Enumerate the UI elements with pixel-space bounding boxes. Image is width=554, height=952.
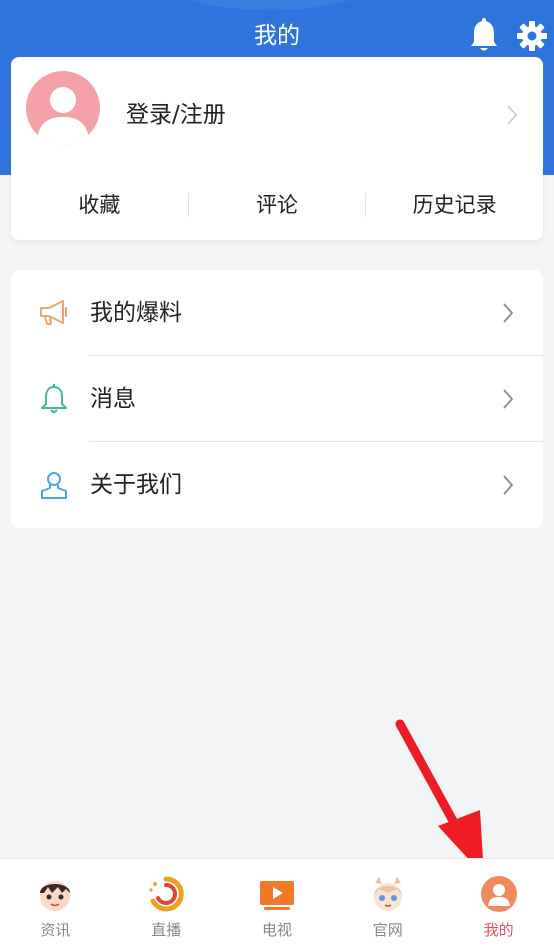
login-register-link[interactable]: 登录/注册	[126, 99, 226, 131]
history-tab[interactable]: 历史记录	[366, 185, 543, 225]
avatar[interactable]	[26, 71, 100, 145]
person-icon	[480, 876, 517, 912]
cartoon-girl-icon	[373, 877, 402, 911]
default-avatar-icon	[37, 87, 89, 145]
menu-card: 我的爆料 消息 关于我们	[11, 270, 543, 528]
tab-news[interactable]: 资讯	[0, 859, 111, 952]
profile-card: 登录/注册 收藏 评论 历史记录	[11, 57, 543, 240]
tab-label: 我的	[483, 921, 514, 939]
chevron-right-icon	[503, 475, 514, 495]
menu-item-messages[interactable]: 消息	[11, 356, 543, 442]
tv-play-icon	[259, 881, 294, 910]
comments-tab[interactable]: 评论	[189, 185, 366, 225]
annotation-arrow-icon	[395, 719, 484, 876]
cartoon-boy-icon	[40, 881, 71, 911]
bell-icon	[41, 384, 67, 413]
tab-label: 官网	[372, 921, 403, 939]
menu-item-my-tips[interactable]: 我的爆料	[11, 270, 543, 356]
menu-item-label: 消息	[90, 386, 136, 412]
profile-stats-row: 收藏 评论 历史记录	[11, 185, 543, 225]
tab-tv[interactable]: 电视	[222, 859, 333, 952]
menu-item-about-us[interactable]: 关于我们	[11, 442, 543, 528]
gear-icon[interactable]	[516, 20, 548, 52]
bottom-tab-bar: 资讯 直播 电视 官网 我的	[0, 858, 554, 952]
favorites-tab[interactable]: 收藏	[11, 185, 188, 225]
megaphone-icon	[40, 300, 67, 325]
tab-mine[interactable]: 我的	[443, 859, 554, 952]
menu-item-label: 关于我们	[90, 472, 182, 498]
tab-label: 资讯	[40, 921, 71, 939]
chevron-right-icon	[503, 303, 514, 323]
chevron-right-icon	[507, 105, 518, 125]
tab-official-site[interactable]: 官网	[332, 859, 443, 952]
chevron-right-icon	[503, 389, 514, 409]
user-icon	[41, 472, 67, 499]
bell-icon[interactable]	[468, 18, 500, 54]
live-swirl-icon	[149, 876, 184, 912]
tab-label: 电视	[261, 921, 292, 939]
menu-item-label: 我的爆料	[90, 300, 182, 326]
tab-live[interactable]: 直播	[111, 859, 222, 952]
tab-label: 直播	[151, 921, 182, 939]
